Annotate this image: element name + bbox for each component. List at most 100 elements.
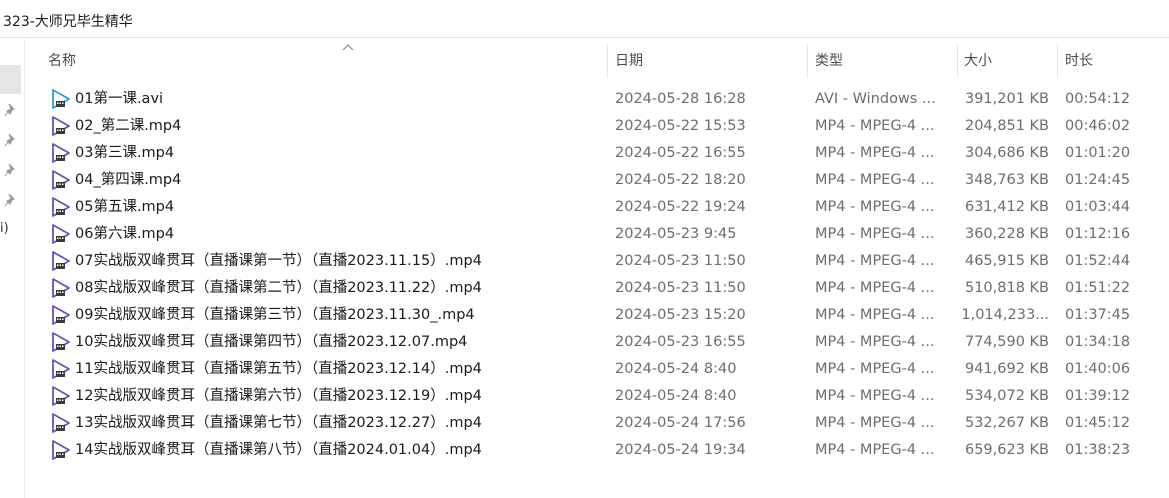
breadcrumb-path[interactable]: 323-大师兄毕生精华 (3, 11, 133, 31)
file-duration: 01:37:45 (1065, 307, 1131, 323)
file-size: 532,267 KB (964, 415, 1049, 431)
file-type: MP4 - MPEG-4 ... (815, 199, 935, 215)
file-row[interactable]: 05第五课.mp4 2024-05-22 19:24 MP4 - MPEG-4 ..… (24, 194, 1169, 221)
mp4-video-icon (52, 413, 70, 433)
mp4-video-icon (52, 143, 70, 163)
file-name[interactable]: 07实战版双峰贯耳（直播课第一节）（直播2023.11.15）.mp4 (75, 248, 615, 275)
pin-icon[interactable] (4, 163, 18, 177)
file-date: 2024-05-23 9:45 (615, 226, 737, 242)
file-size: 534,072 KB (964, 388, 1049, 404)
column-header-size[interactable]: 大小 (956, 40, 1057, 78)
file-duration: 01:52:44 (1065, 253, 1131, 269)
file-duration: 01:45:12 (1065, 415, 1131, 431)
file-row[interactable]: 04_第四课.mp4 2024-05-22 18:20 MP4 - MPEG-4 .… (24, 167, 1169, 194)
mp4-video-icon (52, 440, 70, 460)
file-size: 941,692 KB (964, 361, 1049, 377)
file-date: 2024-05-24 19:34 (615, 442, 746, 458)
column-header-duration[interactable]: 时长 (1057, 40, 1169, 78)
file-type: MP4 - MPEG-4 ... (815, 334, 935, 350)
file-name[interactable]: 02_第二课.mp4 (75, 113, 615, 140)
file-date: 2024-05-22 18:20 (615, 172, 746, 188)
file-size: 360,228 KB (964, 226, 1049, 242)
file-name[interactable]: 03第三课.mp4 (75, 140, 615, 167)
file-type: MP4 - MPEG-4 ... (815, 172, 935, 188)
file-duration: 01:01:20 (1065, 145, 1131, 161)
file-list: 01第一课.avi 2024-05-28 16:28 AVI - Windows .… (24, 86, 1169, 464)
file-name[interactable]: 12实战版双峰贯耳（直播课第六节）（直播2023.12.19）.mp4 (75, 383, 615, 410)
pin-icon[interactable] (4, 193, 18, 207)
file-name[interactable]: 11实战版双峰贯耳（直播课第五节）（直播2023.12.14）.mp4 (75, 356, 615, 383)
file-type: MP4 - MPEG-4 ... (815, 442, 935, 458)
column-header-name[interactable]: 名称 (40, 40, 607, 78)
file-type: MP4 - MPEG-4 ... (815, 388, 935, 404)
file-row[interactable]: 08实战版双峰贯耳（直播课第二节）（直播2023.11.22）.mp4 2024-… (24, 275, 1169, 302)
nav-partial-label[interactable]: ⅰ) (0, 221, 9, 236)
file-type: MP4 - MPEG-4 ... (815, 307, 935, 323)
pin-icon[interactable] (4, 103, 18, 117)
file-row[interactable]: 11实战版双峰贯耳（直播课第五节）（直播2023.12.14）.mp4 2024-… (24, 356, 1169, 383)
file-date: 2024-05-24 8:40 (615, 388, 737, 404)
file-size: 510,818 KB (964, 280, 1049, 296)
file-row[interactable]: 12实战版双峰贯耳（直播课第六节）（直播2023.12.19）.mp4 2024-… (24, 383, 1169, 410)
file-size: 1,014,233... (961, 307, 1049, 323)
file-row[interactable]: 14实战版双峰贯耳（直播课第八节）（直播2024.01.04）.mp4 2024-… (24, 437, 1169, 464)
file-type: MP4 - MPEG-4 ... (815, 253, 935, 269)
mp4-video-icon (52, 359, 70, 379)
file-duration: 01:40:06 (1065, 361, 1131, 377)
file-name[interactable]: 10实战版双峰贯耳（直播课第四节）（直播2023.12.07.mp4 (75, 329, 615, 356)
file-type: MP4 - MPEG-4 ... (815, 145, 935, 161)
file-duration: 01:39:12 (1065, 388, 1131, 404)
file-size: 631,412 KB (964, 199, 1049, 215)
file-type: MP4 - MPEG-4 ... (815, 280, 935, 296)
file-duration: 01:38:23 (1065, 442, 1131, 458)
file-row[interactable]: 07实战版双峰贯耳（直播课第一节）（直播2023.11.15）.mp4 2024-… (24, 248, 1169, 275)
navigation-pane: ⅰ) (0, 38, 25, 498)
file-date: 2024-05-23 11:50 (615, 253, 746, 269)
mp4-video-icon (52, 251, 70, 271)
file-date: 2024-05-22 19:24 (615, 199, 746, 215)
file-name[interactable]: 09实战版双峰贯耳（直播课第三节）（直播2023.11.30_.mp4 (75, 302, 615, 329)
file-type: MP4 - MPEG-4 ... (815, 361, 935, 377)
avi-video-icon (52, 89, 70, 109)
file-row[interactable]: 03第三课.mp4 2024-05-22 16:55 MP4 - MPEG-4 ..… (24, 140, 1169, 167)
file-row[interactable]: 06第六课.mp4 2024-05-23 9:45 MP4 - MPEG-4 ...… (24, 221, 1169, 248)
file-duration: 00:54:12 (1065, 91, 1131, 107)
nav-selected-item[interactable] (0, 65, 21, 94)
file-date: 2024-05-23 16:55 (615, 334, 746, 350)
file-size: 465,915 KB (964, 253, 1049, 269)
mp4-video-icon (52, 224, 70, 244)
file-type: MP4 - MPEG-4 ... (815, 226, 935, 242)
file-name[interactable]: 13实战版双峰贯耳（直播课第七节）（直播2023.12.27）.mp4 (75, 410, 615, 437)
file-row[interactable]: 09实战版双峰贯耳（直播课第三节）（直播2023.11.30_.mp4 2024-… (24, 302, 1169, 329)
file-name[interactable]: 05第五课.mp4 (75, 194, 615, 221)
file-name[interactable]: 14实战版双峰贯耳（直播课第八节）（直播2024.01.04）.mp4 (75, 437, 615, 464)
column-header-date[interactable]: 日期 (607, 40, 807, 78)
file-duration: 00:46:02 (1065, 118, 1131, 134)
mp4-video-icon (52, 386, 70, 406)
file-name[interactable]: 01第一课.avi (75, 86, 615, 113)
file-date: 2024-05-28 16:28 (615, 91, 746, 107)
breadcrumb[interactable]: 323-大师兄毕生精华 (0, 0, 1169, 38)
file-row[interactable]: 10实战版双峰贯耳（直播课第四节）（直播2023.12.07.mp4 2024-0… (24, 329, 1169, 356)
mp4-video-icon (52, 332, 70, 352)
file-type: AVI - Windows ... (815, 91, 936, 107)
mp4-video-icon (52, 116, 70, 136)
file-duration: 01:03:44 (1065, 199, 1131, 215)
file-date: 2024-05-22 16:55 (615, 145, 746, 161)
file-row[interactable]: 02_第二课.mp4 2024-05-22 15:53 MP4 - MPEG-4 .… (24, 113, 1169, 140)
file-date: 2024-05-24 8:40 (615, 361, 737, 377)
pin-icon[interactable] (4, 133, 18, 147)
file-size: 391,201 KB (964, 91, 1049, 107)
column-header-type[interactable]: 类型 (807, 40, 957, 78)
file-duration: 01:12:16 (1065, 226, 1131, 242)
file-row[interactable]: 13实战版双峰贯耳（直播课第七节）（直播2023.12.27）.mp4 2024-… (24, 410, 1169, 437)
file-duration: 01:34:18 (1065, 334, 1131, 350)
file-size: 204,851 KB (964, 118, 1049, 134)
file-type: MP4 - MPEG-4 ... (815, 118, 935, 134)
file-size: 774,590 KB (964, 334, 1049, 350)
file-name[interactable]: 06第六课.mp4 (75, 221, 615, 248)
file-name[interactable]: 04_第四课.mp4 (75, 167, 615, 194)
file-date: 2024-05-23 11:50 (615, 280, 746, 296)
file-name[interactable]: 08实战版双峰贯耳（直播课第二节）（直播2023.11.22）.mp4 (75, 275, 615, 302)
file-row[interactable]: 01第一课.avi 2024-05-28 16:28 AVI - Windows .… (24, 86, 1169, 113)
